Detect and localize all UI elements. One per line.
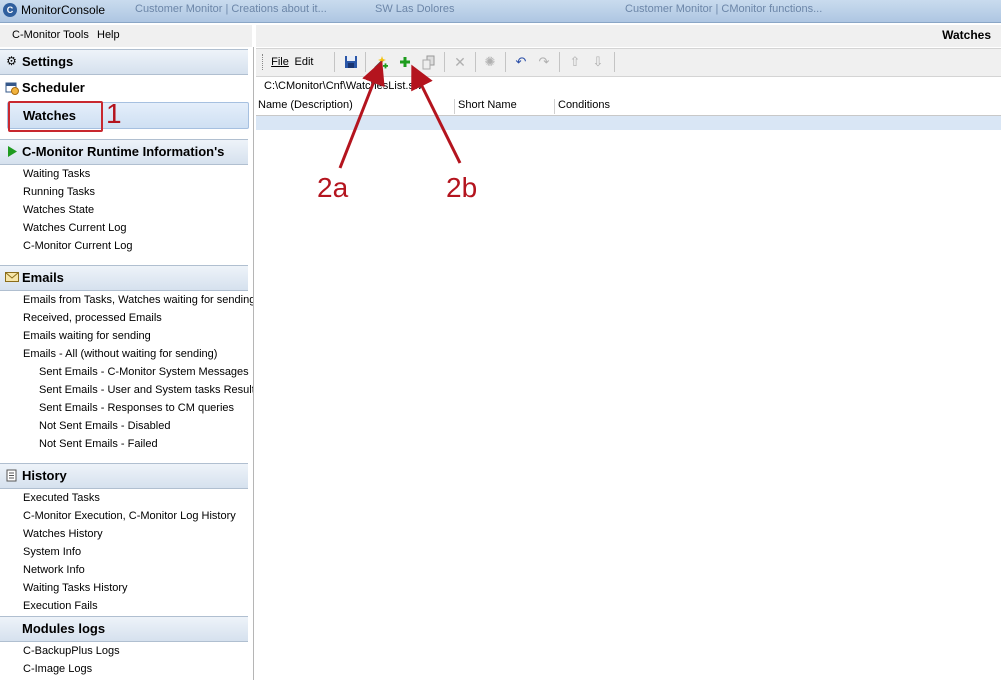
app-icon: C [3,3,17,17]
column-header-conditions[interactable]: Conditions [556,99,998,114]
toolbar-separator [365,52,366,72]
sidebar-item-sent-task-results[interactable]: Sent Emails - User and System tasks Resu… [39,383,253,397]
redo-button[interactable]: ↷ [535,53,553,71]
file-path-bar: C:\CMonitor\Cnf\WatchesList.sw [256,78,1001,96]
move-up-icon: ⇧ [569,54,581,69]
sidebar-item-received-emails[interactable]: Received, processed Emails [23,311,162,325]
sidebar: ⚙ Settings Scheduler Watches C-Monitor R… [0,47,254,680]
undo-button[interactable]: ↶ [512,53,530,71]
toolbar-separator [505,52,506,72]
sidebar-item-emails-waiting[interactable]: Emails waiting for sending [23,329,151,343]
menu-help[interactable]: Help [97,29,120,41]
delete-icon: ✕ [454,54,466,70]
table-row-new[interactable] [256,116,1001,130]
toolbar: File Edit ✕ ✺ ↶ ↷ ⇧ ⇩ [256,48,1001,77]
sidebar-section-label: Settings [22,54,74,69]
sidebar-item-emails-from-tasks[interactable]: Emails from Tasks, Watches waiting for s… [23,293,253,307]
toolbar-separator [444,52,445,72]
sidebar-item-watches[interactable]: Watches [7,102,249,129]
toolbar-separator [559,52,560,72]
envelope-icon [5,271,19,284]
sidebar-section-runtime[interactable]: C-Monitor Runtime Information's [0,139,248,165]
sidebar-item-not-sent-disabled[interactable]: Not Sent Emails - Disabled [39,419,170,433]
toolbar-grip [262,54,267,70]
sidebar-item-execution-log-history[interactable]: C-Monitor Execution, C-Monitor Log Histo… [23,509,236,523]
background-window-title: SW Las Dolores [375,3,455,15]
play-icon [5,145,18,158]
menu-bar: C-Monitor Tools Help [0,25,252,47]
sidebar-item-watches-current-log[interactable]: Watches Current Log [23,221,127,235]
window-title: MonitorConsole [21,3,106,17]
add-watch-wizard-icon [374,56,388,69]
move-down-button[interactable]: ⇩ [589,53,607,71]
background-window-title: Customer Monitor | CMonitor functions... [625,3,823,15]
content-header: Watches [256,25,1001,47]
column-header-name[interactable]: Name (Description) [256,99,455,114]
edit-menu-button[interactable]: Edit [293,53,315,71]
sidebar-item-label: Scheduler [22,80,85,95]
sidebar-section-modules-logs[interactable]: Modules logs [0,616,248,642]
calendar-clock-icon [5,81,19,95]
gear-icon: ⚙ [6,54,17,68]
history-scroll-icon [5,469,18,482]
sidebar-item-system-info[interactable]: System Info [23,545,81,559]
undo-icon: ↶ [515,54,527,69]
sidebar-item-cmonitor-current-log[interactable]: C-Monitor Current Log [23,239,132,253]
copy-button[interactable] [419,53,437,71]
file-menu-button[interactable]: File [270,53,290,71]
toolbar-separator [334,52,335,72]
sidebar-section-label: C-Monitor Runtime Information's [22,144,225,159]
add-icon [400,57,410,67]
sidebar-item-sent-responses[interactable]: Sent Emails - Responses to CM queries [39,401,234,415]
settings-button[interactable]: ✺ [481,53,499,71]
column-header-short-name[interactable]: Short Name [456,99,555,114]
page-title: Watches [942,28,991,42]
title-bar: C MonitorConsole Customer Monitor | Crea… [0,0,1001,23]
sidebar-item-running-tasks[interactable]: Running Tasks [23,185,95,199]
settings-icon: ✺ [484,54,496,69]
sidebar-item-execution-fails[interactable]: Execution Fails [23,599,98,613]
add-watch-wizard-button[interactable] [372,53,390,71]
sidebar-section-label: History [22,468,67,483]
sidebar-section-history[interactable]: History [0,463,248,489]
sidebar-section-label: Modules logs [22,621,106,636]
sidebar-item-image-logs[interactable]: C-Image Logs [23,662,92,676]
delete-button[interactable]: ✕ [451,53,469,71]
toolbar-separator [475,52,476,72]
sidebar-section-label: Emails [22,270,64,285]
sidebar-item-scheduler[interactable]: Scheduler [0,76,248,100]
save-icon [345,56,357,68]
sidebar-section-emails[interactable]: Emails [0,265,248,291]
sidebar-item-watches-history[interactable]: Watches History [23,527,103,541]
sidebar-item-watches-state[interactable]: Watches State [23,203,94,217]
annotation-label-2b: 2b [446,172,478,203]
sidebar-item-not-sent-failed[interactable]: Not Sent Emails - Failed [39,437,158,451]
toolbar-separator [614,52,615,72]
menu-cmonitor-tools[interactable]: C-Monitor Tools [12,29,89,41]
file-path: C:\CMonitor\Cnf\WatchesList.sw [264,80,422,92]
move-up-button[interactable]: ⇧ [566,53,584,71]
move-down-icon: ⇩ [592,54,604,69]
sidebar-item-waiting-tasks-history[interactable]: Waiting Tasks History [23,581,128,595]
sidebar-item-sent-system-messages[interactable]: Sent Emails - C-Monitor System Messages [39,365,249,379]
add-button[interactable] [396,53,414,71]
sidebar-section-settings[interactable]: ⚙ Settings [0,49,248,75]
copy-icon [422,55,434,70]
sidebar-item-network-info[interactable]: Network Info [23,563,85,577]
sidebar-item-executed-tasks[interactable]: Executed Tasks [23,491,100,505]
save-button[interactable] [342,53,360,71]
sidebar-item-emails-all[interactable]: Emails - All (without waiting for sendin… [23,347,217,361]
redo-icon: ↷ [538,54,550,69]
sidebar-item-backupplus-logs[interactable]: C-BackupPlus Logs [23,644,120,658]
annotation-label-2a: 2a [317,172,349,203]
sidebar-item-label: Watches [23,108,76,123]
sidebar-item-waiting-tasks[interactable]: Waiting Tasks [23,167,90,181]
background-window-title: Customer Monitor | Creations about it... [135,3,327,15]
table-header: Name (Description) Short Name Conditions [256,98,1001,116]
